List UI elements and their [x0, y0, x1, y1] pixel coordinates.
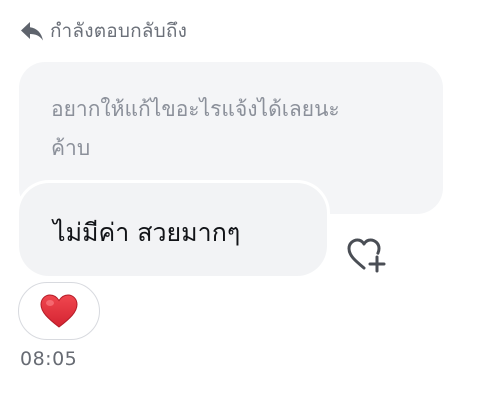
reply-arrow-icon	[20, 20, 44, 42]
message-timestamp: 08:05	[20, 348, 78, 370]
reply-context-header: กำลังตอบกลับถึง	[20, 16, 187, 46]
add-reaction-button[interactable]	[343, 233, 391, 277]
chat-message-view: กำลังตอบกลับถึง อยากให้แก้ไขอะไรแจ้งได้เ…	[0, 0, 500, 401]
quoted-message-text: อยากให้แก้ไขอะไรแจ้งได้เลยนะ ค้าบ	[51, 97, 340, 160]
heart-plus-icon	[347, 238, 386, 273]
reaction-chip[interactable]	[18, 282, 100, 340]
reply-header-label: กำลังตอบกลับถึง	[50, 20, 188, 42]
red-heart-icon	[40, 294, 78, 328]
message-bubble[interactable]: ไม่มีค่า สวยมากๆ	[19, 183, 327, 276]
message-text: ไม่มีค่า สวยมากๆ	[53, 217, 241, 247]
